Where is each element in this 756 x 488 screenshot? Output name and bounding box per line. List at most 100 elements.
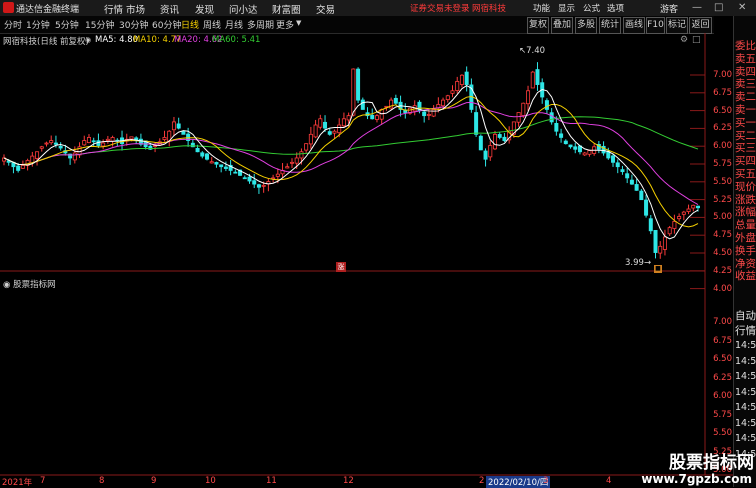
btn-fuquan[interactable]: 复权 (527, 17, 549, 34)
low-marker-icon[interactable]: ■ (654, 265, 662, 273)
menu-hangqing[interactable]: 行情 (104, 2, 123, 16)
menu-display[interactable]: 显示 (558, 2, 575, 14)
price-tick: 5.50 (713, 176, 732, 187)
candle (450, 90, 455, 94)
candle (356, 68, 361, 101)
sub-axis-tick: 5.50 (713, 428, 732, 438)
menu-wealth-circle[interactable]: 财富圈 (272, 2, 301, 16)
kline-chart[interactable] (0, 33, 733, 487)
tick-time: 14:56 (735, 417, 756, 429)
quote-label: 收益 (735, 270, 756, 283)
x-label-9: 9 (151, 476, 157, 486)
btn-overlay[interactable]: 叠加 (551, 17, 573, 34)
candle (549, 112, 554, 123)
x-label-2: 2 (479, 476, 485, 486)
candle (181, 131, 186, 135)
period-15min[interactable]: 15分钟 (85, 18, 114, 31)
btn-stats[interactable]: 统计 (599, 17, 621, 34)
period-daily[interactable]: 日线 (181, 18, 199, 31)
indicator-settings-icon[interactable]: ◉ (3, 280, 10, 290)
btn-f10[interactable]: F10 (646, 17, 665, 34)
tick-time: 14:56 (735, 371, 756, 382)
candle (459, 74, 464, 85)
candle (639, 190, 644, 201)
candle (275, 173, 280, 177)
sub-axis-tick: 6.50 (713, 354, 732, 364)
candle (171, 121, 176, 131)
candle (497, 134, 502, 138)
maximize-icon[interactable]: □ (714, 2, 723, 13)
period-more[interactable]: 更多 (276, 18, 294, 31)
btn-mark[interactable]: 标记 (666, 17, 688, 34)
menu-function[interactable]: 功能 (533, 2, 550, 14)
app-logo-icon (3, 2, 14, 13)
menu-discover[interactable]: 发现 (195, 2, 214, 16)
candle (247, 176, 252, 182)
period-5min[interactable]: 5分钟 (55, 18, 79, 31)
menu-news[interactable]: 资讯 (160, 2, 179, 16)
period-weekly[interactable]: 周线 (203, 18, 221, 31)
price-tick: 6.25 (713, 123, 732, 134)
candle (304, 143, 309, 151)
close-icon[interactable]: ✕ (738, 2, 746, 13)
candle (44, 142, 49, 145)
quote-lower-label[interactable]: 自动 (735, 308, 756, 323)
candle (294, 157, 299, 164)
sub-axis-tick: 6.25 (713, 372, 732, 383)
menu-trade[interactable]: 交易 (316, 2, 335, 16)
candle (370, 114, 375, 120)
login-notice[interactable]: 证券交易未登录 (410, 2, 470, 14)
candle (39, 146, 44, 149)
candle (176, 123, 181, 129)
tick-time: 14:56 (735, 402, 756, 413)
candle (502, 136, 507, 141)
candle (129, 136, 134, 140)
period-multi[interactable]: 多周期 (247, 18, 274, 31)
candle (341, 118, 346, 127)
minimize-icon[interactable]: — (692, 2, 702, 13)
period-time-sharing[interactable]: 分时 (4, 18, 22, 31)
period-monthly[interactable]: 月线 (225, 18, 243, 31)
price-tick: 4.75 (713, 230, 732, 241)
candle (323, 121, 328, 129)
tick-time: 14:56 (735, 340, 756, 351)
candle (86, 137, 91, 144)
candle (478, 135, 483, 151)
menu-formula[interactable]: 公式 (583, 2, 600, 14)
candle (223, 166, 228, 169)
candle (516, 112, 521, 123)
period-30min[interactable]: 30分钟 (119, 18, 148, 31)
broker-name[interactable]: 网宿科技 (472, 2, 506, 14)
candle (535, 69, 540, 85)
period-60min[interactable]: 60分钟 (152, 18, 181, 31)
user-name[interactable]: 游客 (660, 2, 678, 15)
candle (242, 177, 247, 180)
title-bar: 通达信金融终端 行情 市场 资讯 发现 问小达 财富圈 交易 证券交易未登录 网… (0, 0, 756, 16)
period-1min[interactable]: 1分钟 (26, 18, 50, 31)
candle (634, 184, 639, 191)
candle (35, 151, 40, 159)
menu-wenxiaoda[interactable]: 问小达 (229, 2, 258, 16)
quote-lower-label[interactable]: 行情 (735, 323, 756, 338)
price-tick: 6.00 (713, 141, 732, 152)
candle (455, 81, 460, 91)
btn-multistock[interactable]: 多股 (575, 17, 597, 34)
app-title: 通达信金融终端 (16, 5, 80, 15)
candle (162, 137, 167, 141)
candle (318, 118, 323, 128)
btn-draw-line[interactable]: 画线 (623, 17, 645, 34)
btn-back[interactable]: 返回 (689, 17, 712, 34)
candle (332, 130, 337, 134)
menu-market[interactable]: 市场 (126, 2, 145, 16)
low-price-label: 3.99→ (625, 258, 652, 268)
candle (20, 165, 25, 169)
candle (667, 227, 672, 235)
candle (426, 114, 431, 116)
candle (488, 145, 493, 158)
candle (431, 109, 436, 117)
candle (544, 100, 549, 110)
x-label-7: 7 (40, 476, 46, 486)
more-dropdown-icon[interactable]: ▼ (296, 19, 301, 27)
event-marker[interactable]: 涨 (336, 262, 346, 272)
menu-options[interactable]: 选项 (607, 2, 624, 14)
